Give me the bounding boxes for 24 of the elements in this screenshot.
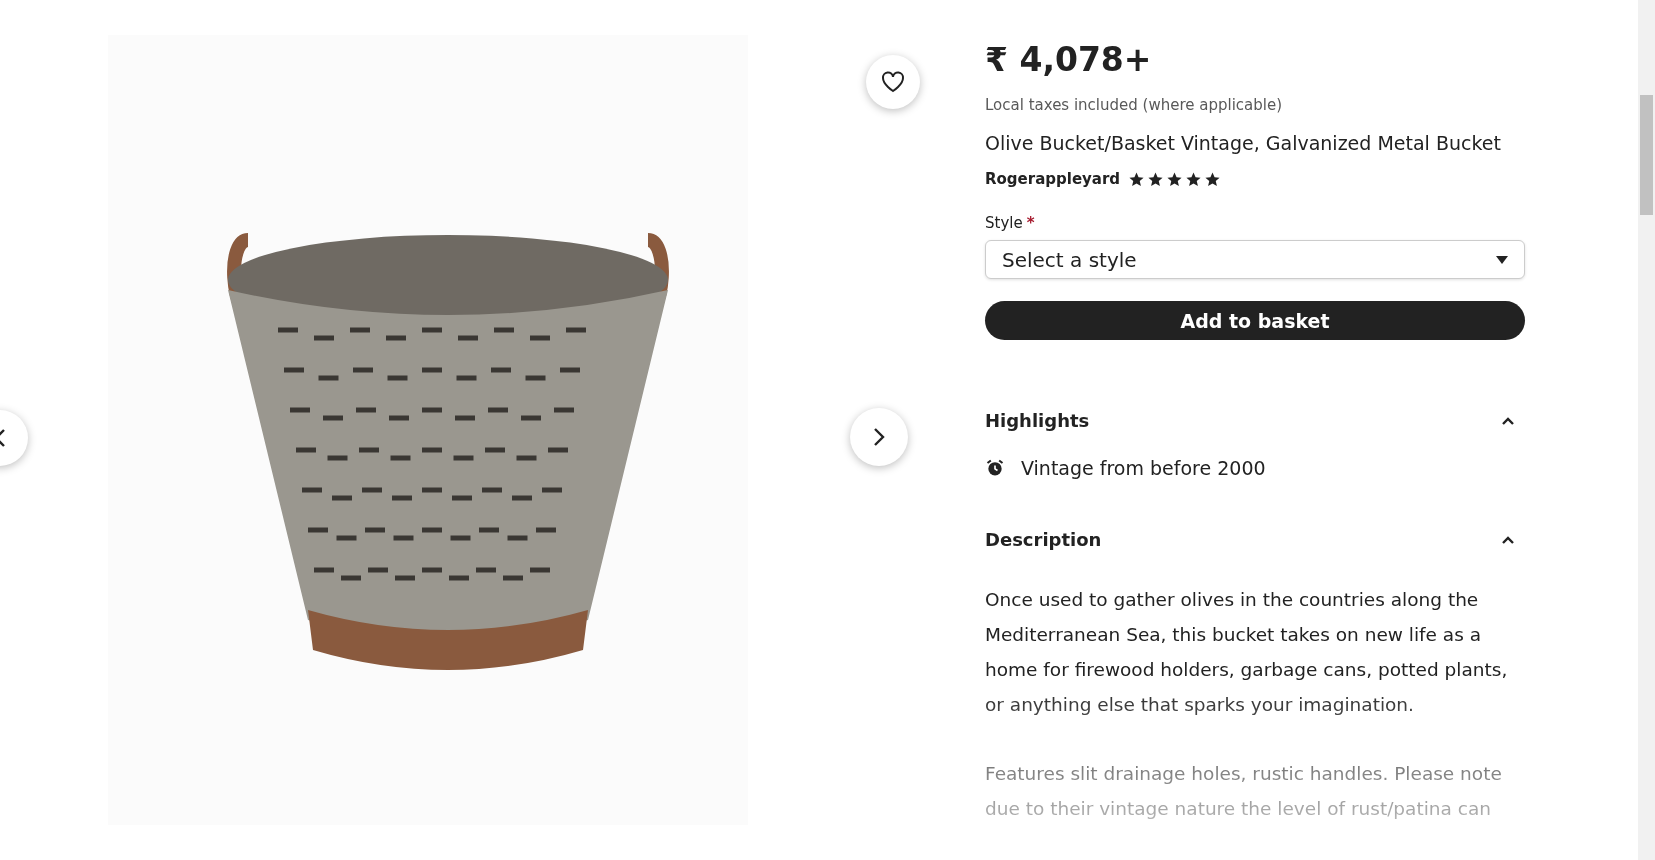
section-header[interactable]: Description (985, 529, 1525, 550)
description-paragraph: Once used to gather olives in the countries along the Mediterranean Sea, this bucket takes on new life as a home for firewood holders, garbage cans, potted plants, or anything else that sparks your imagination. (985, 588, 1509, 717)
add-to-basket-button[interactable]: Add to basket (985, 301, 1525, 340)
star-icon (1128, 170, 1146, 188)
star-icon (1185, 170, 1203, 188)
tax-note: Local taxes included (where applicable) (985, 96, 1284, 114)
highlight-text: Vintage from before 2000 (1021, 457, 1266, 479)
field-label: Style (985, 214, 1023, 232)
next-image-button[interactable] (850, 408, 908, 466)
star-icon (1147, 170, 1165, 188)
required-mark-icon: * (1026, 214, 1035, 232)
description-paragraph: Features slit drainage holes, rustic handles. Please note due to their vintage nature the level of rust/patina can (985, 762, 1503, 821)
favorite-button[interactable] (866, 55, 920, 109)
listing-title: Olive Bucket/Basket Vintage, Galvanized Metal Bucket (985, 132, 1502, 154)
caret-icon (1496, 255, 1508, 264)
section-header[interactable]: Highlights (985, 410, 1525, 431)
price: ₹ 4,078+ (985, 40, 1153, 80)
star-icon (1166, 170, 1184, 188)
style-dropdown[interactable]: Select a style (985, 240, 1525, 279)
alarm-clock-icon (985, 458, 1005, 478)
chevron-right-icon (873, 427, 885, 447)
scrollbar[interactable] (1638, 0, 1655, 860)
star-icon (1204, 170, 1222, 188)
seller-link[interactable]: Rogerappleyard (985, 170, 1121, 188)
